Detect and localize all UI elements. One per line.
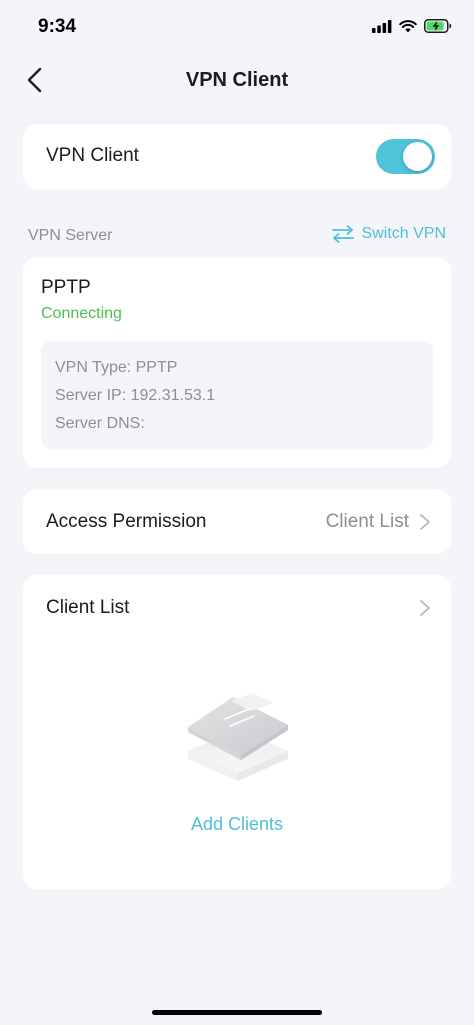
access-permission-row[interactable]: Access Permission Client List bbox=[23, 489, 451, 554]
vpn-client-toggle[interactable] bbox=[376, 139, 435, 174]
chevron-right-icon bbox=[420, 600, 430, 616]
access-permission-label: Access Permission bbox=[46, 511, 207, 532]
switch-vpn-button[interactable]: Switch VPN bbox=[331, 225, 446, 243]
access-permission-value: Client List bbox=[325, 511, 409, 532]
wifi-icon bbox=[399, 19, 417, 32]
client-list-row[interactable]: Client List bbox=[23, 575, 451, 641]
empty-list-illustration bbox=[188, 693, 288, 781]
client-list-label: Client List bbox=[46, 597, 130, 618]
switch-arrows-icon bbox=[331, 225, 354, 243]
vpn-server-card: PPTP Connecting VPN Type: PPTP Server IP… bbox=[23, 257, 451, 468]
status-bar: 9:34 bbox=[0, 0, 474, 56]
server-protocol: PPTP bbox=[41, 277, 91, 298]
server-info-box: VPN Type: PPTP Server IP: 192.31.53.1 Se… bbox=[41, 341, 433, 449]
toggle-knob bbox=[403, 142, 432, 171]
client-list-card: Client List Add Clients bbox=[23, 575, 451, 889]
signal-icon bbox=[372, 19, 392, 33]
chevron-right-icon bbox=[420, 514, 430, 530]
vpn-client-toggle-card: VPN Client bbox=[23, 124, 451, 189]
add-clients-button[interactable]: Add Clients bbox=[23, 814, 451, 835]
vpn-server-section-header: VPN Server bbox=[28, 227, 113, 244]
connection-status: Connecting bbox=[41, 305, 122, 322]
switch-vpn-label: Switch VPN bbox=[361, 225, 446, 242]
page-title: VPN Client bbox=[185, 69, 289, 91]
server-ip-text: Server IP: 192.31.53.1 bbox=[55, 387, 216, 404]
vpn-type-text: VPN Type: PPTP bbox=[55, 359, 178, 376]
status-time: 9:34 bbox=[38, 16, 77, 37]
battery-charging-icon bbox=[424, 19, 452, 33]
nav-bar: VPN Client bbox=[0, 56, 474, 106]
vpn-client-toggle-label: VPN Client bbox=[46, 145, 139, 166]
server-dns-text: Server DNS: bbox=[55, 415, 145, 432]
home-indicator bbox=[152, 1010, 322, 1015]
status-icons bbox=[372, 19, 452, 33]
